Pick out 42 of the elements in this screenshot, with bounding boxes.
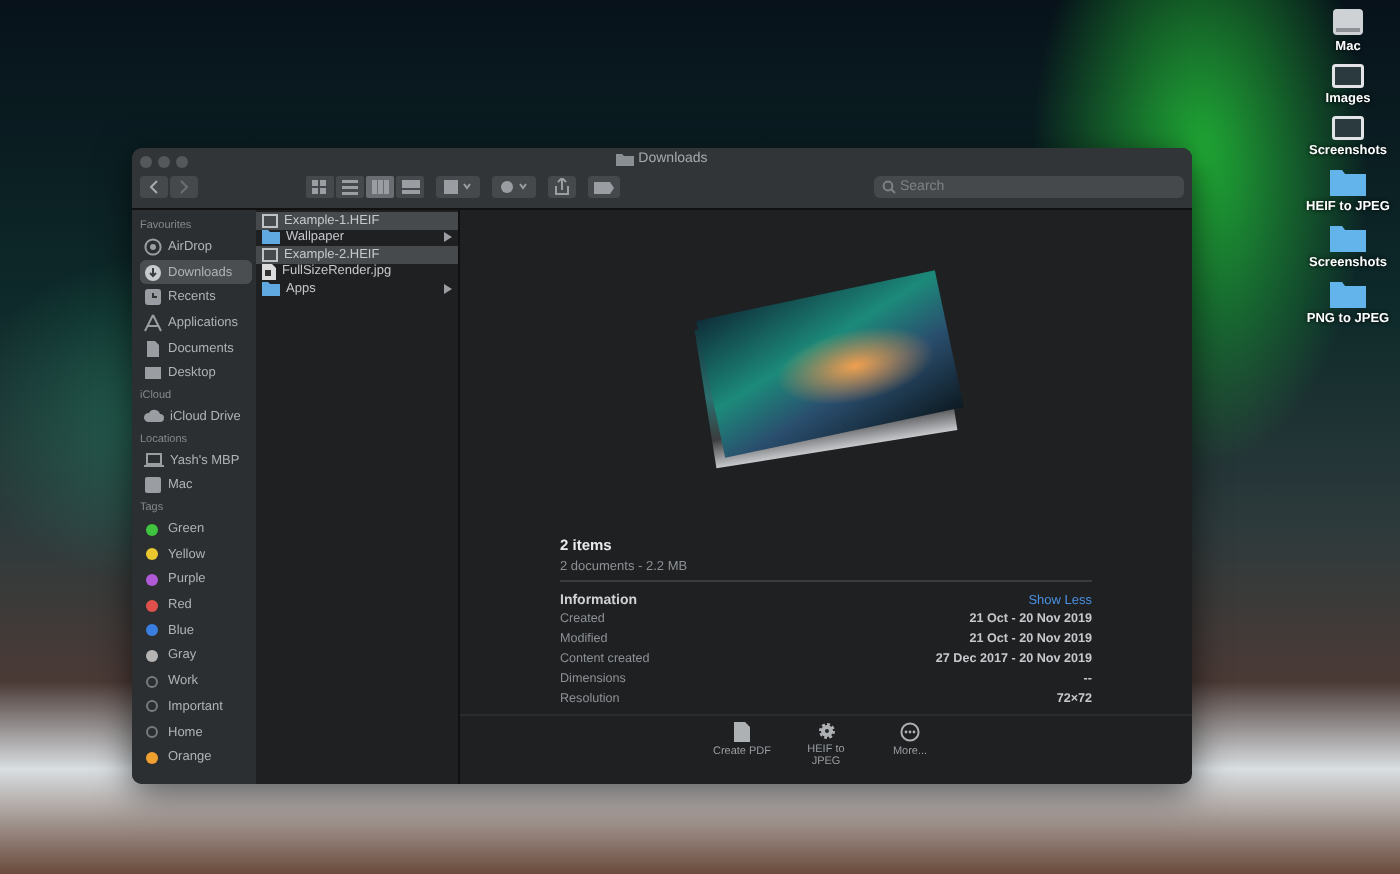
list-icon: [341, 179, 359, 195]
document-icon: [144, 339, 162, 358]
columns-icon: [371, 179, 389, 195]
applications-icon: [144, 313, 162, 332]
back-button[interactable]: [140, 176, 168, 198]
folder-icon: [616, 152, 635, 166]
list-view-button[interactable]: [336, 176, 364, 198]
cloud-icon: [144, 408, 164, 425]
image-file-icon: [262, 247, 278, 262]
disclosure-icon: [444, 283, 452, 294]
chevron-right-icon: [180, 180, 188, 194]
image-file-icon: [262, 213, 278, 228]
radar-icon: [144, 237, 162, 256]
share-icon: [554, 178, 570, 196]
gallery-icon: [401, 179, 419, 195]
gear-dropdown-icon: [500, 180, 528, 194]
screen-icon[interactable]: [1332, 64, 1364, 88]
gallery-view-button[interactable]: [396, 176, 424, 198]
tag-icon: [594, 181, 614, 193]
desktop-icon: [144, 364, 162, 383]
column-view-button[interactable]: [366, 176, 394, 198]
action-button[interactable]: [492, 176, 536, 198]
search-icon: [882, 180, 896, 194]
folder-icon: [262, 281, 280, 296]
download-icon: [144, 263, 162, 282]
grid-dropdown-icon: [444, 180, 472, 194]
group-button[interactable]: [436, 176, 480, 198]
share-button[interactable]: [548, 176, 576, 198]
more-icon: [900, 722, 920, 742]
grid-icon: [311, 179, 329, 195]
screen-icon[interactable]: [1332, 116, 1364, 140]
document-icon: [734, 722, 750, 742]
chevron-left-icon: [150, 180, 158, 194]
laptop-icon: [144, 452, 164, 469]
drive-icon[interactable]: [1332, 8, 1364, 36]
drive-icon: [144, 476, 162, 495]
clock-icon: [144, 288, 162, 307]
icon-view-button[interactable]: [306, 176, 334, 198]
tag-button[interactable]: [588, 176, 620, 198]
disclosure-icon: [444, 232, 452, 243]
forward-button[interactable]: [170, 176, 198, 198]
gear-icon: [817, 722, 835, 740]
